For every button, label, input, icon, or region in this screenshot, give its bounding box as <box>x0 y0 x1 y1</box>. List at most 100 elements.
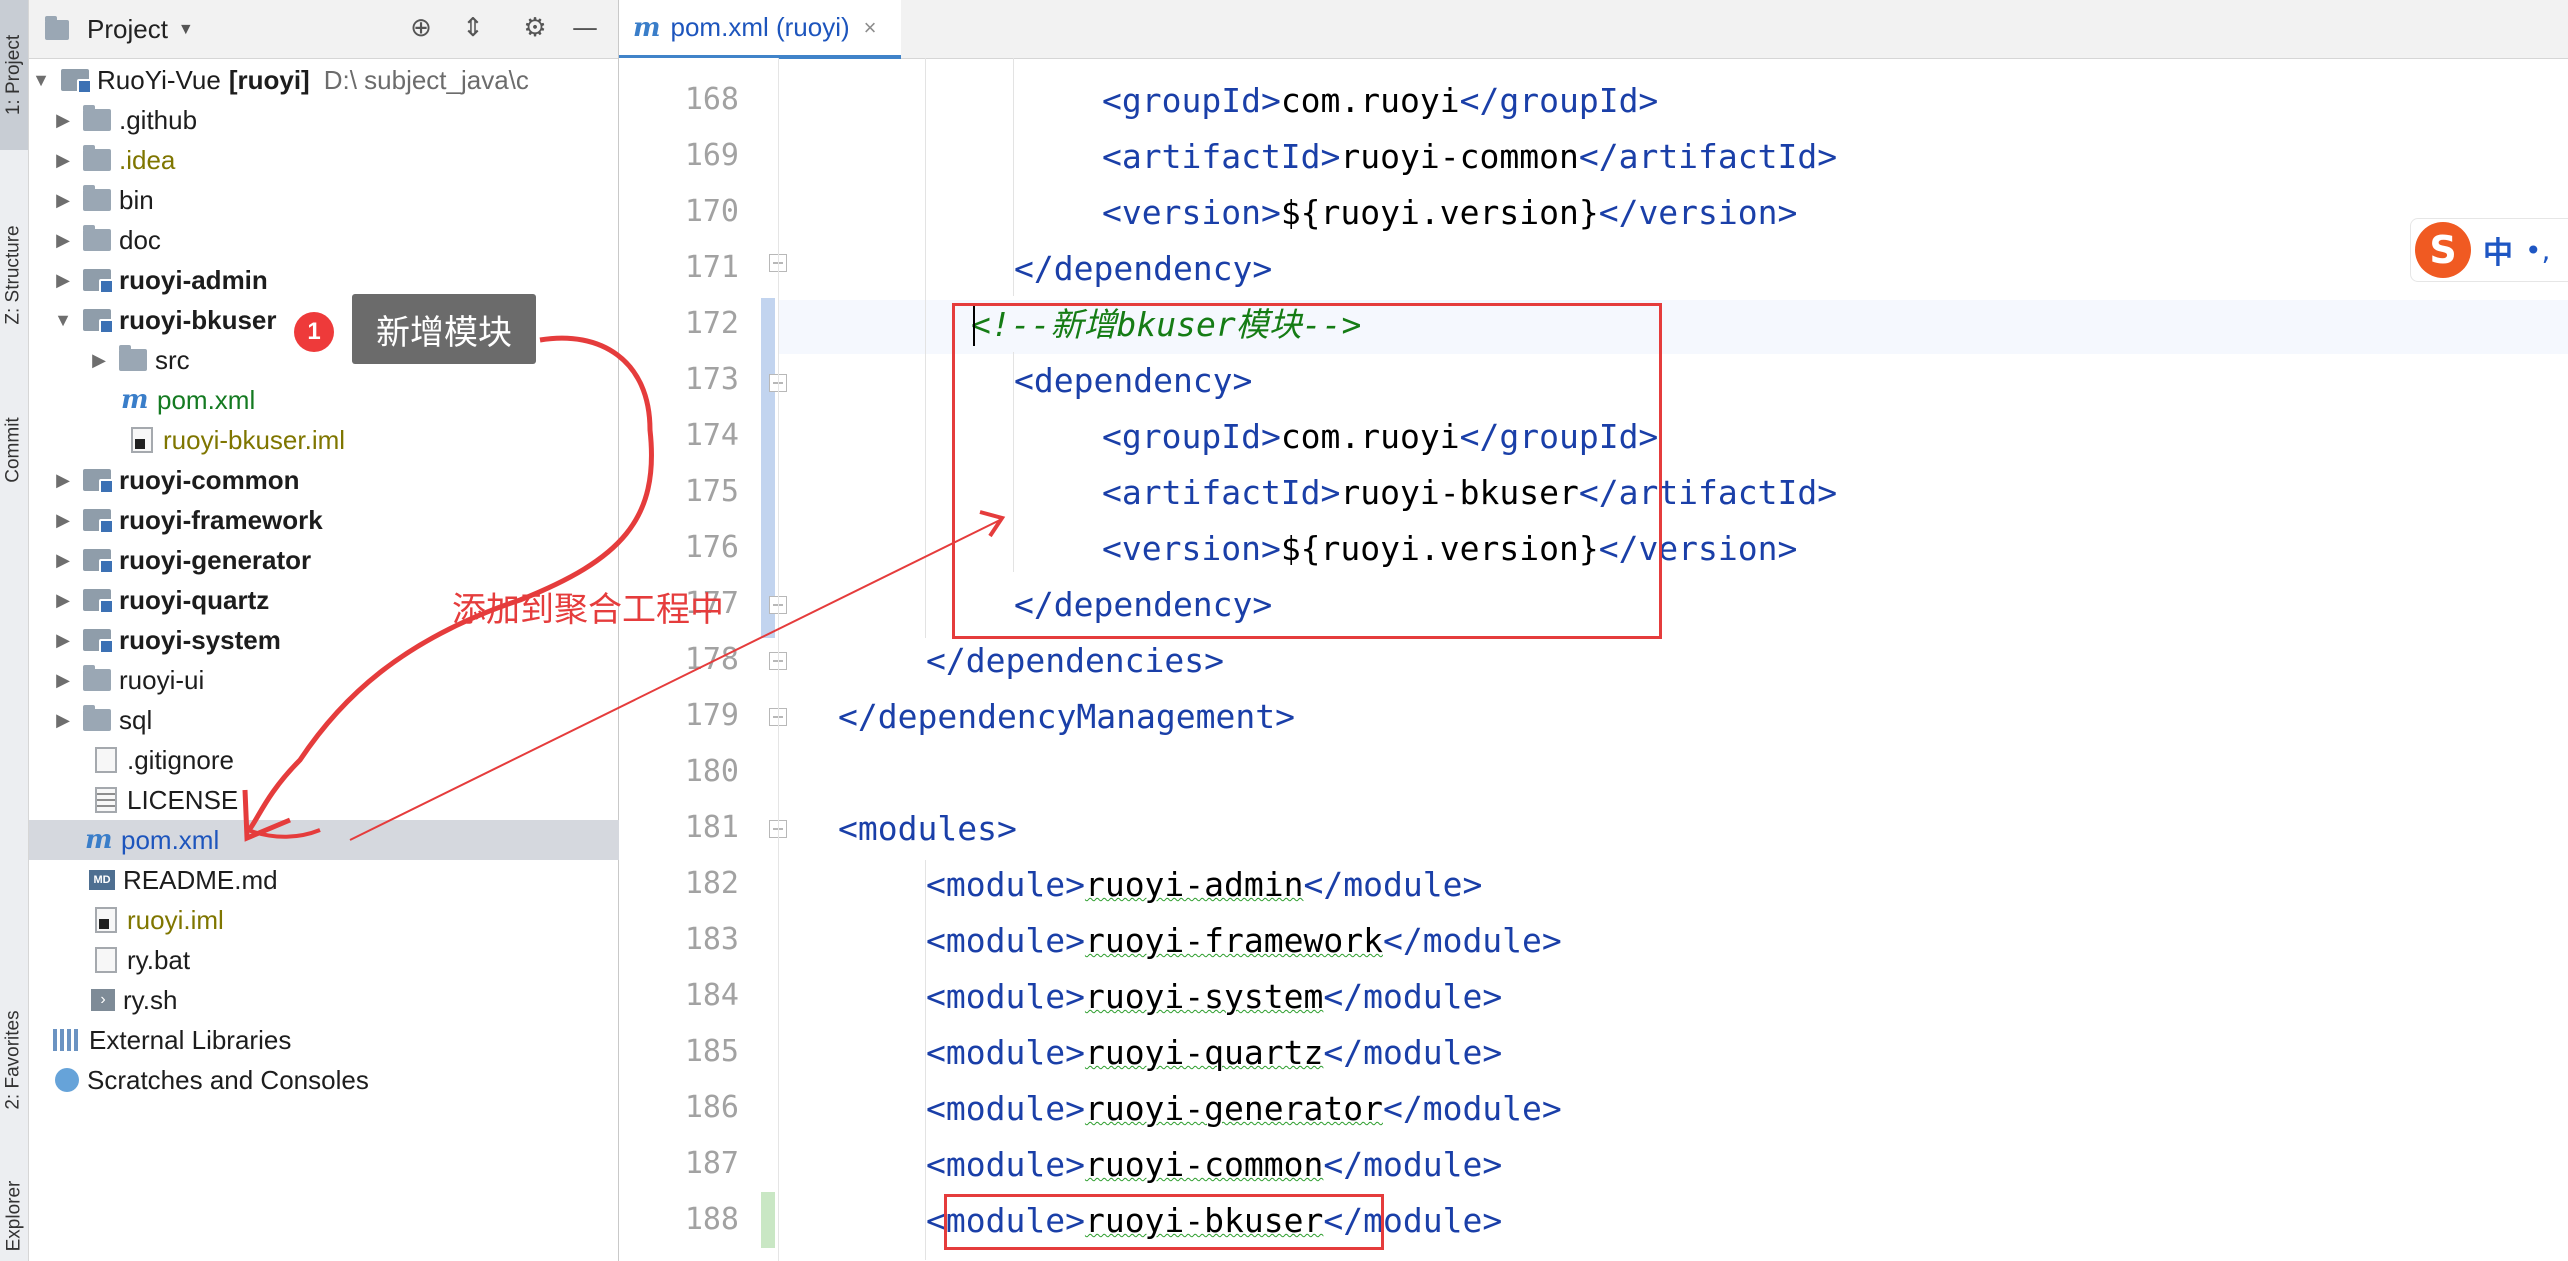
module-folder-icon <box>83 309 114 334</box>
tree-item-label: ruoyi-system <box>119 624 281 655</box>
module-folder-icon <box>83 269 114 294</box>
tree-item-label: .github <box>119 104 198 135</box>
annotation-box-module <box>944 1194 1384 1250</box>
gitignore-file-icon <box>95 747 117 773</box>
tool-window-strip: 1: Project Z: Structure Commit 2: Favori… <box>0 0 29 1261</box>
annotation-box-dependency <box>952 303 1662 639</box>
chevron-right-icon: ▶ <box>92 349 106 370</box>
tree-item-label: pom.xml <box>157 384 256 415</box>
tree-root-ruoyi-vue[interactable]: ▼ RuoYi-Vue [ruoyi] D:\ subject_java\c <box>29 60 620 100</box>
maven-file-icon: m <box>121 385 149 415</box>
module-folder-icon <box>83 629 114 654</box>
code-line-179[interactable]: </dependencyManagement> <box>838 690 1295 744</box>
chevron-right-icon: ▶ <box>56 149 70 170</box>
tree-item-ruoyi-iml[interactable]: ruoyi.iml <box>29 900 684 940</box>
tree-item-gitignore[interactable]: .gitignore <box>29 740 684 780</box>
tree-item-license[interactable]: LICENSE <box>29 780 684 820</box>
tree-item-label: ruoyi-common <box>119 464 300 495</box>
aggregate-note: 添加到聚合工程中 <box>452 591 724 629</box>
line-number: 182 <box>684 866 739 901</box>
line-number: 184 <box>684 978 739 1013</box>
tree-item-label: ruoyi-ui <box>119 664 205 695</box>
module-folder-icon <box>83 469 114 494</box>
tree-item-ruoyi-framework[interactable]: ▶ ruoyi-framework <box>29 500 642 540</box>
maven-file-icon: m <box>85 825 113 855</box>
line-number: 185 <box>684 1034 739 1069</box>
chevron-right-icon: ▶ <box>56 269 70 290</box>
tree-item-sql[interactable]: ▶ sql <box>29 700 642 740</box>
editor-tab-pom-xml[interactable]: m pom.xml (ruoyi) × <box>619 0 901 59</box>
tool-tab-explorer[interactable]: Explorer <box>0 1170 28 1261</box>
tree-item-github[interactable]: ▶ .github <box>29 100 642 140</box>
tool-tab-commit[interactable]: Commit <box>0 390 28 510</box>
tree-item-bkuser-pom[interactable]: m pom.xml <box>29 380 710 420</box>
tree-item-bkuser-iml[interactable]: ruoyi-bkuser.iml <box>29 420 720 460</box>
tree-item-ruoyi-common[interactable]: ▶ ruoyi-common <box>29 460 642 500</box>
chevron-right-icon: ▶ <box>56 509 70 530</box>
folder-icon <box>83 145 111 171</box>
locate-icon[interactable]: ⊕ <box>405 12 437 44</box>
tree-item-label: ry.bat <box>127 944 191 975</box>
minimize-icon[interactable]: — <box>569 12 601 44</box>
code-line-183[interactable]: <module>ruoyi-framework</module> <box>926 914 1562 968</box>
tree-item-ruoyi-admin[interactable]: ▶ ruoyi-admin <box>29 260 642 300</box>
new-module-tooltip: 新增模块 <box>352 294 536 364</box>
line-number: 172 <box>684 306 739 341</box>
tool-tab-structure[interactable]: Z: Structure <box>0 190 28 360</box>
gear-icon[interactable]: ⚙ <box>519 12 551 44</box>
chevron-right-icon: ▶ <box>56 189 70 210</box>
code-line-169[interactable]: <artifactId>ruoyi-common</artifactId> <box>1102 130 1837 184</box>
chevron-right-icon: ▶ <box>56 629 70 650</box>
shell-script-icon: › <box>91 989 115 1011</box>
code-line-184[interactable]: <module>ruoyi-system</module> <box>926 970 1502 1024</box>
collapse-all-icon[interactable]: ⇕ <box>457 12 489 44</box>
line-number: 170 <box>684 194 739 229</box>
gutter-separator <box>778 58 779 1261</box>
tree-item-readme[interactable]: MD README.md <box>29 860 678 900</box>
maven-file-icon: m <box>633 12 661 43</box>
tree-item-ruoyi-ui[interactable]: ▶ ruoyi-ui <box>29 660 642 700</box>
code-line-178[interactable]: </dependencies> <box>926 634 1224 688</box>
line-number: 187 <box>684 1146 739 1181</box>
project-view-selector[interactable]: Project ▼ <box>45 14 194 45</box>
ime-indicator[interactable]: S 中 •, <box>2410 218 2568 282</box>
tree-item-ry-sh[interactable]: › ry.sh <box>29 980 680 1020</box>
tree-item-root-pom[interactable]: m pom.xml <box>29 820 674 860</box>
chevron-right-icon: ▶ <box>56 229 70 250</box>
tree-item-label: ruoyi-generator <box>119 544 312 575</box>
tool-tab-project-label: 1: Project <box>3 34 25 116</box>
line-number: 173 <box>684 362 739 397</box>
code-line-185[interactable]: <module>ruoyi-quartz</module> <box>926 1026 1502 1080</box>
tree-item-bin[interactable]: ▶ bin <box>29 180 642 220</box>
tree-item-doc[interactable]: ▶ doc <box>29 220 642 260</box>
tree-item-idea[interactable]: ▶ .idea <box>29 140 642 180</box>
line-number: 169 <box>684 138 739 173</box>
tree-item-label: ruoyi.iml <box>127 904 224 935</box>
code-line-182[interactable]: <module>ruoyi-admin</module> <box>926 858 1482 912</box>
editor-gutter: 168 169 170 171 172 173 174 175 176 177 … <box>619 58 787 1261</box>
line-number: 171 <box>684 250 739 285</box>
code-line-168[interactable]: <groupId>com.ruoyi</groupId> <box>1102 74 1658 128</box>
line-number: 181 <box>684 810 739 845</box>
module-folder-icon <box>83 549 114 574</box>
tool-tab-favorites[interactable]: 2: Favorites <box>0 980 28 1140</box>
tree-item-ruoyi-generator[interactable]: ▶ ruoyi-generator <box>29 540 642 580</box>
tool-tab-explorer-label: Explorer <box>3 1180 24 1251</box>
tree-item-label: ruoyi-framework <box>119 504 323 535</box>
vcs-added-marker[interactable] <box>761 1192 775 1248</box>
line-number: 180 <box>684 754 739 789</box>
tree-item-label: Scratches and Consoles <box>87 1064 369 1095</box>
tree-item-label: .idea <box>119 144 176 175</box>
tree-item-ruoyi-bkuser[interactable]: ▼ ruoyi-bkuser <box>29 300 642 340</box>
code-line-186[interactable]: <module>ruoyi-generator</module> <box>926 1082 1562 1136</box>
code-line-170[interactable]: <version>${ruoyi.version}</version> <box>1102 186 1797 240</box>
tree-item-ry-bat[interactable]: ry.bat <box>29 940 684 980</box>
close-icon[interactable]: × <box>864 15 877 41</box>
tool-tab-project[interactable]: 1: Project <box>0 0 28 150</box>
code-line-187[interactable]: <module>ruoyi-common</module> <box>926 1138 1502 1192</box>
vcs-change-marker[interactable] <box>761 298 775 638</box>
tree-item-external-libraries[interactable]: External Libraries <box>29 1020 642 1060</box>
tree-item-scratches[interactable]: Scratches and Consoles <box>29 1060 644 1100</box>
code-line-181[interactable]: <modules> <box>838 802 1017 856</box>
code-line-171[interactable]: </dependency> <box>1014 242 1272 296</box>
